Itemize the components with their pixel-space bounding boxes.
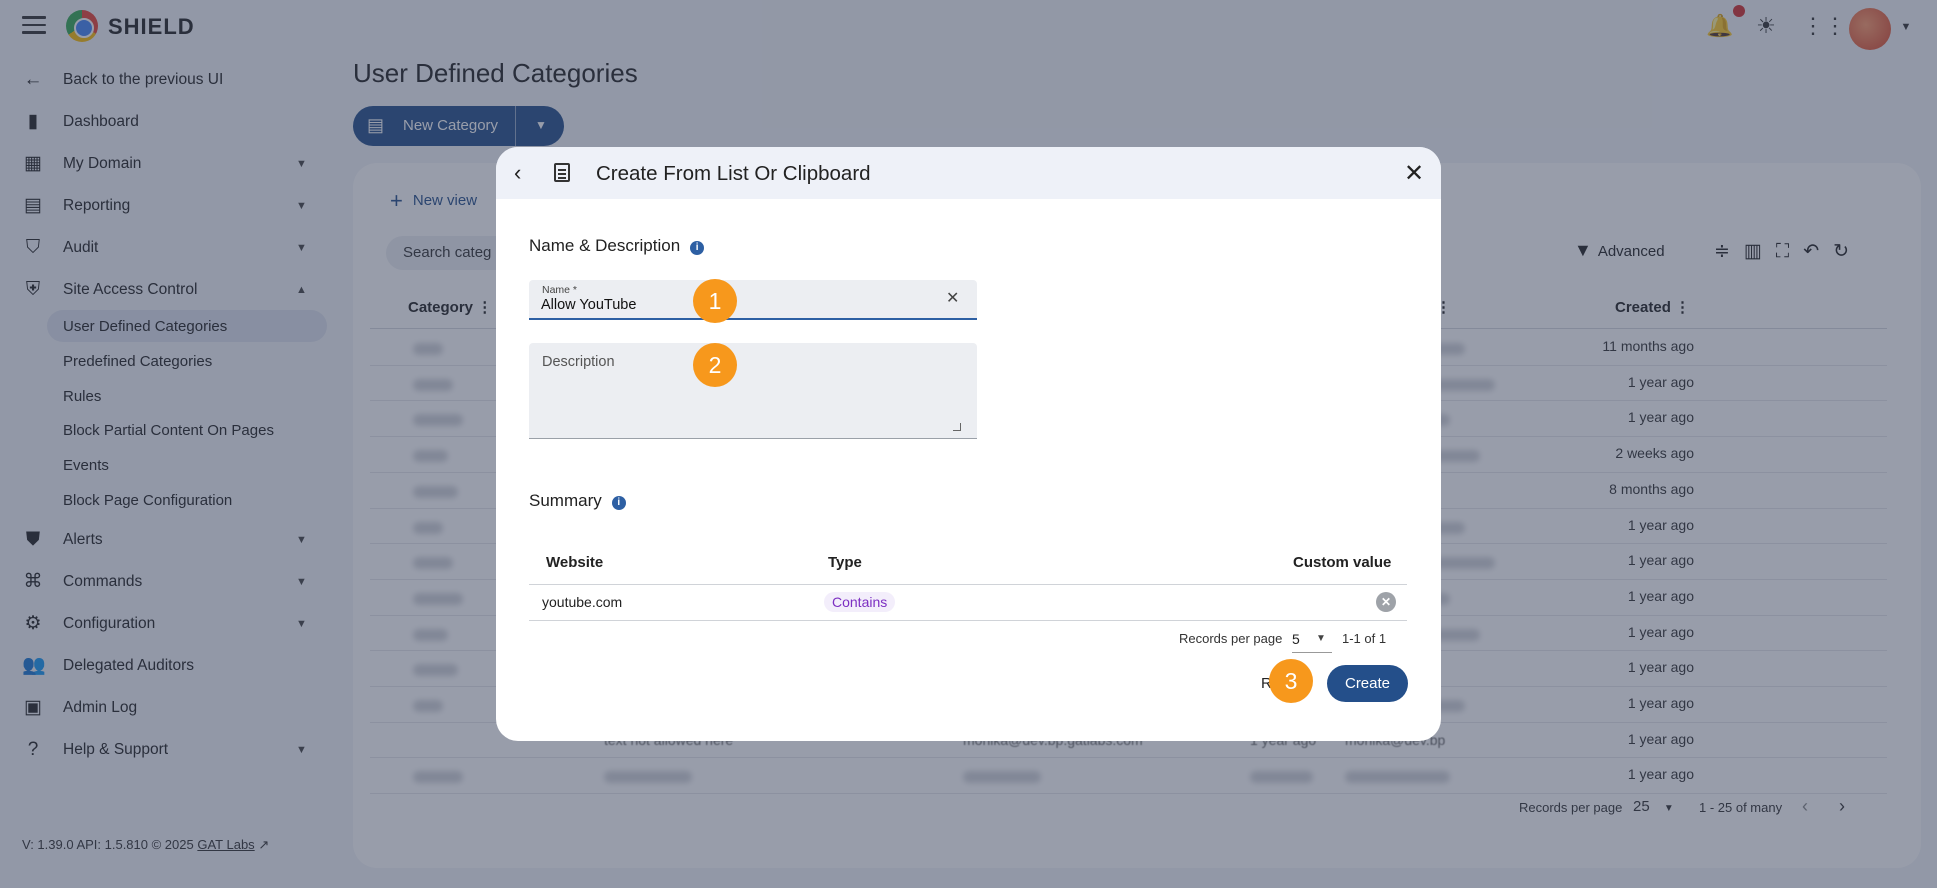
close-icon[interactable]: ✕: [1404, 159, 1424, 188]
description-placeholder: Description: [542, 354, 615, 370]
description-field[interactable]: Description: [529, 343, 977, 439]
document-icon: [554, 163, 570, 182]
summary-header-type: Type: [828, 554, 862, 571]
records-per-page-label: Records per page: [1179, 631, 1283, 646]
name-label: Name *: [542, 284, 578, 296]
summary-type-chip: Contains: [824, 592, 896, 612]
records-per-page-value: 5: [1292, 631, 1300, 647]
name-field: Name * ✕: [529, 280, 977, 320]
step-marker-2: 2: [693, 343, 737, 387]
records-per-page-select[interactable]: 5 ▼: [1292, 631, 1332, 653]
step-marker-3: 3: [1269, 659, 1313, 703]
summary-header-divider: [529, 584, 1407, 585]
summary-header-custom-value: Custom value: [1293, 554, 1392, 571]
chevron-down-icon: ▼: [1316, 633, 1326, 644]
info-icon[interactable]: i: [611, 496, 626, 510]
dialog-header: ‹ Create From List Or Clipboard ✕: [496, 147, 1441, 199]
clear-icon[interactable]: ✕: [946, 288, 959, 308]
resize-handle-icon[interactable]: [953, 423, 961, 431]
section-title: Summary: [529, 491, 602, 510]
chevron-left-icon[interactable]: ‹: [514, 160, 521, 186]
remove-row-icon[interactable]: ✕: [1376, 592, 1396, 612]
pagination-range: 1-1 of 1: [1342, 631, 1387, 646]
summary-cell-website: youtube.com: [542, 594, 623, 610]
dialog-title: Create From List Or Clipboard: [596, 162, 871, 185]
name-description-section: Name & Description i: [529, 236, 705, 256]
create-from-list-dialog: ‹ Create From List Or Clipboard ✕ Name &…: [496, 147, 1441, 741]
summary-header-website: Website: [546, 554, 604, 571]
step-marker-1: 1: [693, 279, 737, 323]
summary-section: Summary i: [529, 491, 626, 511]
summary-row-divider: [529, 620, 1407, 621]
create-button[interactable]: Create: [1327, 665, 1408, 702]
section-title: Name & Description: [529, 236, 681, 255]
info-icon[interactable]: i: [690, 241, 705, 255]
